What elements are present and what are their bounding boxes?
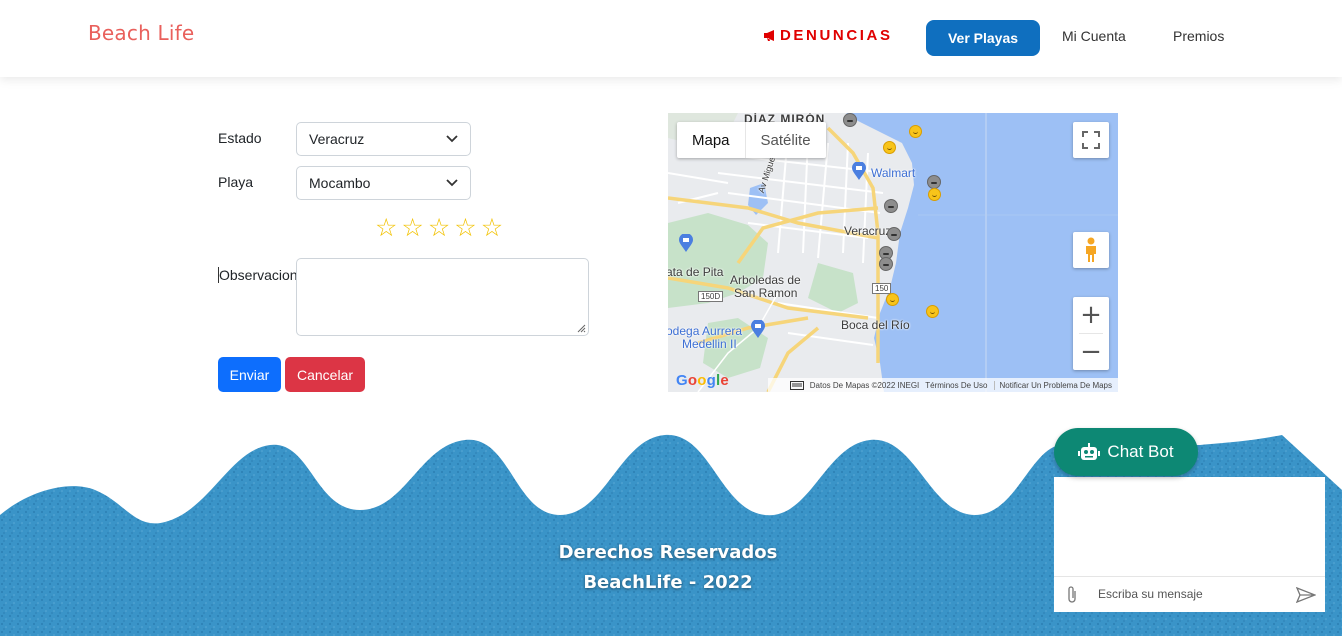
beach-marker-gray[interactable] — [843, 113, 857, 127]
playa-selected-value: Mocambo — [309, 175, 371, 191]
route-150d-shield: 150D — [698, 291, 724, 302]
keyboard-icon[interactable] — [789, 380, 804, 390]
map-label-boca-del-rio: Boca del Río — [841, 318, 910, 332]
map-attribution: Datos De Mapas ©2022 INEGI — [809, 380, 920, 390]
route-150-shield: 150 — [872, 283, 892, 294]
beach-marker-happy[interactable] — [909, 125, 922, 138]
star-icon[interactable]: ☆ — [375, 214, 397, 241]
chevron-down-icon — [446, 135, 458, 143]
shopping-cart-icon — [751, 320, 765, 338]
pegman-icon — [1086, 237, 1096, 262]
chatbot-window: Escriba su mensaje — [1054, 477, 1325, 612]
mi-cuenta-link[interactable]: Mi Cuenta — [1062, 28, 1126, 44]
map-label-walmart: Walmart — [871, 166, 916, 180]
estado-label: Estado — [218, 130, 262, 146]
street-view-button[interactable] — [1073, 232, 1109, 268]
send-icon[interactable] — [1296, 587, 1316, 603]
cancelar-button[interactable]: Cancelar — [285, 357, 365, 392]
paperclip-icon[interactable] — [1066, 585, 1078, 605]
shopping-cart-icon — [852, 162, 866, 180]
nav-denuncias-label: DENUNCIAS — [780, 27, 893, 44]
map-type-control: Mapa Satélite — [677, 122, 826, 158]
playa-select[interactable]: Mocambo — [296, 166, 471, 200]
ver-playas-button[interactable]: Ver Playas — [926, 20, 1040, 56]
map-label-bodega: odega Aurrera — [668, 324, 743, 338]
map-label-plata-pita: ata de Pita — [668, 265, 724, 279]
beach-marker-gray[interactable] — [879, 257, 893, 271]
shopping-cart-icon — [679, 234, 693, 252]
beach-marker-happy[interactable] — [883, 141, 896, 154]
estado-selected-value: Veracruz — [309, 131, 365, 147]
navbar: Beach Life DENUNCIAS Ver Playas Mi Cuent… — [0, 0, 1342, 77]
chatbot-toggle-button[interactable]: Chat Bot — [1054, 428, 1198, 476]
map-label-medellin: Medellin II — [682, 337, 737, 351]
map-label-veracruz: Veracruz — [844, 224, 892, 238]
beach-marker-happy[interactable] — [928, 188, 941, 201]
star-icon[interactable]: ☆ — [428, 214, 450, 241]
observaciones-textarea[interactable] — [296, 258, 589, 336]
playa-label: Playa — [218, 174, 254, 190]
nav-denuncias-link[interactable]: DENUNCIAS — [763, 27, 893, 44]
robot-icon — [1078, 443, 1101, 460]
premios-link[interactable]: Premios — [1173, 28, 1224, 44]
beach-marker-gray[interactable] — [884, 199, 898, 213]
chatbot-message-input[interactable]: Escriba su mensaje — [1098, 587, 1203, 601]
star-icon[interactable]: ☆ — [454, 214, 476, 241]
star-icon[interactable]: ☆ — [481, 214, 503, 241]
resize-handle-icon[interactable] — [577, 324, 586, 333]
map-report-link[interactable]: Notificar Un Problema De Maps — [993, 380, 1112, 390]
brand-logo[interactable]: Beach Life — [88, 21, 194, 45]
google-logo[interactable]: Google — [676, 372, 729, 389]
beach-marker-happy[interactable] — [886, 293, 899, 306]
zoom-control: + − — [1073, 297, 1109, 370]
map-type-map-button[interactable]: Mapa — [677, 122, 746, 158]
rating-stars: ☆ ☆ ☆ ☆ ☆ — [375, 214, 503, 241]
map-type-satellite-button[interactable]: Satélite — [746, 122, 826, 158]
map-attribution-bar: Datos De Mapas ©2022 INEGI Términos De U… — [768, 378, 1118, 392]
zoom-out-button[interactable]: − — [1073, 334, 1109, 370]
estado-select[interactable]: Veracruz — [296, 122, 471, 156]
beach-marker-gray[interactable] — [927, 175, 941, 189]
map-widget[interactable]: DÍAZ MIRÓN Walmart Veracruz ata de Pita … — [668, 113, 1118, 392]
beach-marker-gray[interactable] — [887, 227, 901, 241]
fullscreen-button[interactable] — [1073, 122, 1109, 158]
megaphone-icon — [764, 30, 774, 41]
map-terms-link[interactable]: Términos De Uso — [925, 381, 987, 390]
beach-marker-happy[interactable] — [926, 305, 939, 318]
fullscreen-icon — [1082, 131, 1100, 149]
chatbot-input-bar: Escriba su mensaje — [1054, 576, 1325, 612]
chatbot-title: Chat Bot — [1107, 442, 1174, 461]
enviar-button[interactable]: Enviar — [218, 357, 281, 392]
zoom-in-button[interactable]: + — [1073, 297, 1109, 333]
map-label-arboledas: Arboledas de — [730, 273, 801, 287]
chevron-down-icon — [446, 179, 458, 187]
map-label-san-ramon: San Ramon — [734, 286, 798, 300]
star-icon[interactable]: ☆ — [401, 214, 423, 241]
observaciones-label: Observacion — [218, 267, 296, 283]
